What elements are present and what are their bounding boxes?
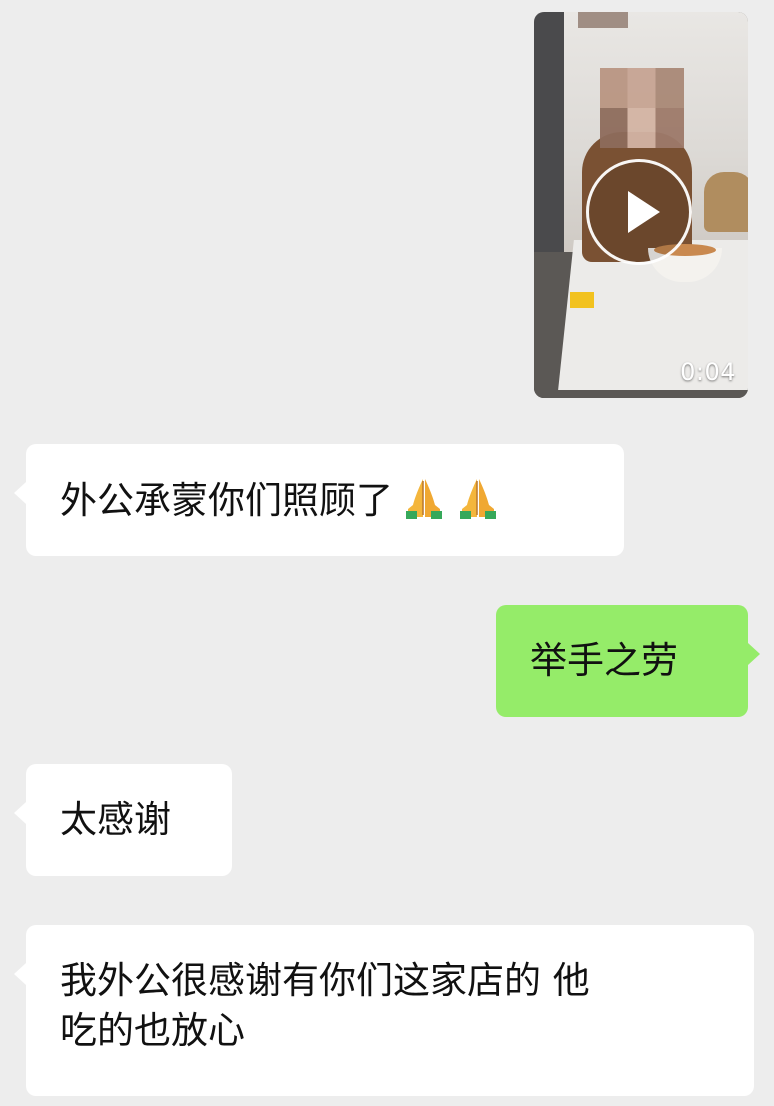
incoming-message-bubble[interactable]: 外公承蒙你们照顾了 — [14, 444, 624, 556]
bubble-tail — [14, 802, 26, 824]
bubble-tail — [14, 482, 26, 504]
message-text: 举手之劳 — [530, 639, 678, 682]
message-text: 太感谢 — [60, 798, 171, 841]
incoming-message-bubble[interactable]: 太感谢 — [14, 764, 232, 876]
message-text: 外公承蒙你们照顾了 — [60, 479, 393, 522]
blurred-face — [600, 68, 684, 148]
bubble-tail — [14, 963, 26, 985]
chat-area: 0:04 外公承蒙你们照顾了 举手之劳 太感谢 我外公很感谢有你们这家店的 他 … — [0, 0, 774, 1106]
folded-hands-icon — [455, 475, 501, 521]
play-button[interactable] — [586, 159, 692, 265]
bubble-tail — [748, 643, 760, 665]
play-icon — [628, 191, 660, 233]
incoming-message-bubble[interactable]: 我外公很感谢有你们这家店的 他 吃的也放心 — [14, 925, 754, 1096]
video-duration: 0:04 — [680, 358, 736, 386]
message-text-line: 吃的也放心 — [60, 1009, 245, 1052]
folded-hands-icon — [401, 475, 447, 521]
message-text-line: 我外公很感谢有你们这家店的 他 — [60, 959, 590, 1002]
outgoing-message-bubble[interactable]: 举手之劳 — [496, 605, 760, 717]
video-message[interactable]: 0:04 — [534, 12, 748, 398]
